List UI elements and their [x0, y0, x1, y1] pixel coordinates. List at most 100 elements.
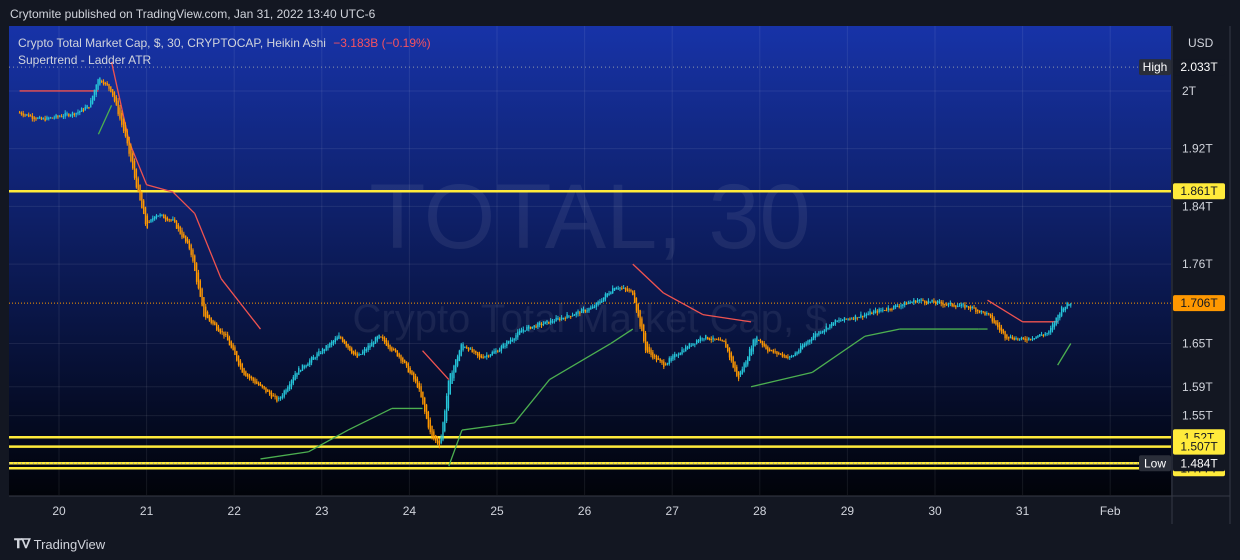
candle-body	[146, 215, 149, 228]
candle-body	[252, 377, 254, 381]
chart-svg[interactable]: TOTAL, 30 Crypto Total Market Cap, $ 2T 1…	[0, 0, 1240, 526]
candle-body	[942, 302, 944, 306]
candle-body	[257, 382, 260, 386]
candle-body	[732, 356, 734, 368]
candle-body	[1026, 339, 1028, 341]
candle-body	[716, 338, 718, 340]
candle-body	[747, 357, 749, 365]
tradingview-brand[interactable]: 𝐓∇ TradingView	[14, 536, 105, 552]
candle-body	[427, 411, 430, 428]
candle-body	[418, 383, 420, 390]
candle-body	[829, 324, 831, 329]
candle-body	[641, 318, 643, 332]
candle-body	[566, 314, 568, 319]
candle-body	[544, 321, 546, 325]
y-tick-label: 1.76T	[1182, 257, 1213, 271]
candle-body	[579, 312, 581, 314]
candle-body	[852, 318, 855, 320]
candle-body	[608, 293, 610, 296]
candle-body	[436, 438, 439, 444]
candle-body	[73, 113, 76, 116]
candle-body	[241, 363, 243, 373]
candle-body	[38, 117, 41, 119]
candle-body	[179, 226, 181, 234]
candle-body	[717, 339, 720, 341]
candle-body	[601, 300, 603, 303]
candle-body	[969, 307, 972, 309]
candle-body	[940, 301, 942, 304]
candle-body	[661, 360, 663, 363]
candle-body	[347, 343, 349, 348]
x-tick-label: 25	[490, 504, 504, 518]
candle-body	[905, 303, 908, 305]
candle-body	[991, 315, 994, 322]
candle-body	[998, 324, 1001, 331]
candle-body	[400, 355, 402, 361]
candle-body	[887, 307, 889, 311]
candle-body	[124, 124, 127, 137]
y-tick-label: 1.59T	[1182, 380, 1213, 394]
x-tick-label: 20	[52, 504, 66, 518]
candle-body	[789, 356, 791, 358]
candle-body	[573, 314, 576, 316]
candle-body	[168, 219, 170, 221]
candle-body	[462, 344, 464, 351]
candle-body	[964, 304, 966, 309]
candle-body	[695, 340, 698, 344]
candle-body	[823, 329, 826, 332]
candle-body	[557, 318, 559, 320]
candle-body	[758, 339, 760, 341]
x-tick-label: 23	[315, 504, 329, 518]
candle-body	[212, 320, 214, 324]
candle-body	[230, 341, 232, 348]
candle-body	[832, 323, 835, 325]
candle-body	[336, 337, 338, 341]
candle-body	[110, 86, 112, 92]
time-axis[interactable]	[9, 496, 1230, 524]
candle-body	[62, 116, 65, 118]
candle-body	[1004, 331, 1006, 339]
candle-body	[31, 115, 34, 119]
candle-body	[318, 351, 320, 356]
candle-body	[750, 348, 753, 355]
candle-body	[770, 350, 773, 352]
y-tick-label: 2T	[1182, 84, 1197, 98]
candle-body	[701, 338, 703, 340]
candle-body	[199, 280, 201, 297]
candle-body	[429, 419, 431, 433]
y-unit-label: USD	[1188, 36, 1214, 50]
candle-body	[570, 315, 572, 317]
candle-body	[745, 361, 747, 368]
candle-body	[520, 330, 523, 333]
candle-body	[967, 306, 970, 309]
symbol-description[interactable]: Crypto Total Market Cap, $, 30, CRYPTOCA…	[18, 36, 326, 50]
candle-body	[831, 322, 833, 327]
candle-body	[613, 288, 616, 291]
candle-body	[254, 379, 256, 384]
candle-body	[407, 363, 410, 373]
candle-body	[699, 337, 702, 342]
candle-body	[69, 115, 72, 117]
candle-body	[144, 207, 147, 225]
candle-body	[710, 338, 712, 340]
candle-body	[945, 304, 948, 306]
candle-body	[847, 318, 849, 320]
candle-body	[882, 309, 884, 311]
candle-body	[644, 332, 647, 351]
candle-body	[44, 118, 46, 121]
candle-body	[33, 117, 35, 120]
candle-body	[1015, 338, 1017, 340]
candle-body	[726, 344, 729, 352]
candle-body	[885, 310, 888, 312]
candle-body	[323, 349, 326, 352]
candle-body	[478, 353, 481, 358]
candle-body	[584, 310, 587, 312]
candle-body	[278, 398, 280, 400]
candle-body	[91, 95, 94, 104]
candle-body	[553, 321, 556, 323]
candle-body	[610, 292, 612, 295]
candle-body	[619, 287, 621, 289]
candle-body	[880, 310, 882, 312]
candle-body	[150, 219, 152, 222]
indicator-name[interactable]: Supertrend - Ladder ATR	[18, 52, 431, 69]
